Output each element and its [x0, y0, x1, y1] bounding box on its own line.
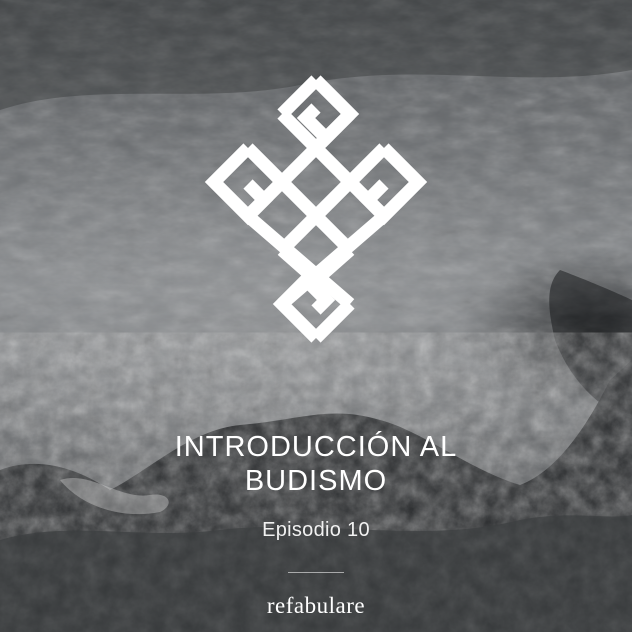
title-line-2: BUDISMO [244, 465, 388, 497]
podcast-cover: INTRODUCCIÓN AL BUDISMO Episodio 10 refa… [0, 0, 632, 632]
endless-knot-icon [204, 75, 428, 343]
episode-title: INTRODUCCIÓN AL BUDISMO [0, 430, 632, 498]
divider [288, 572, 344, 573]
title-line-1: INTRODUCCIÓN AL [174, 431, 458, 463]
brand-logo-text: refabulare [266, 593, 366, 618]
episode-number: Episodio 10 [262, 519, 370, 541]
